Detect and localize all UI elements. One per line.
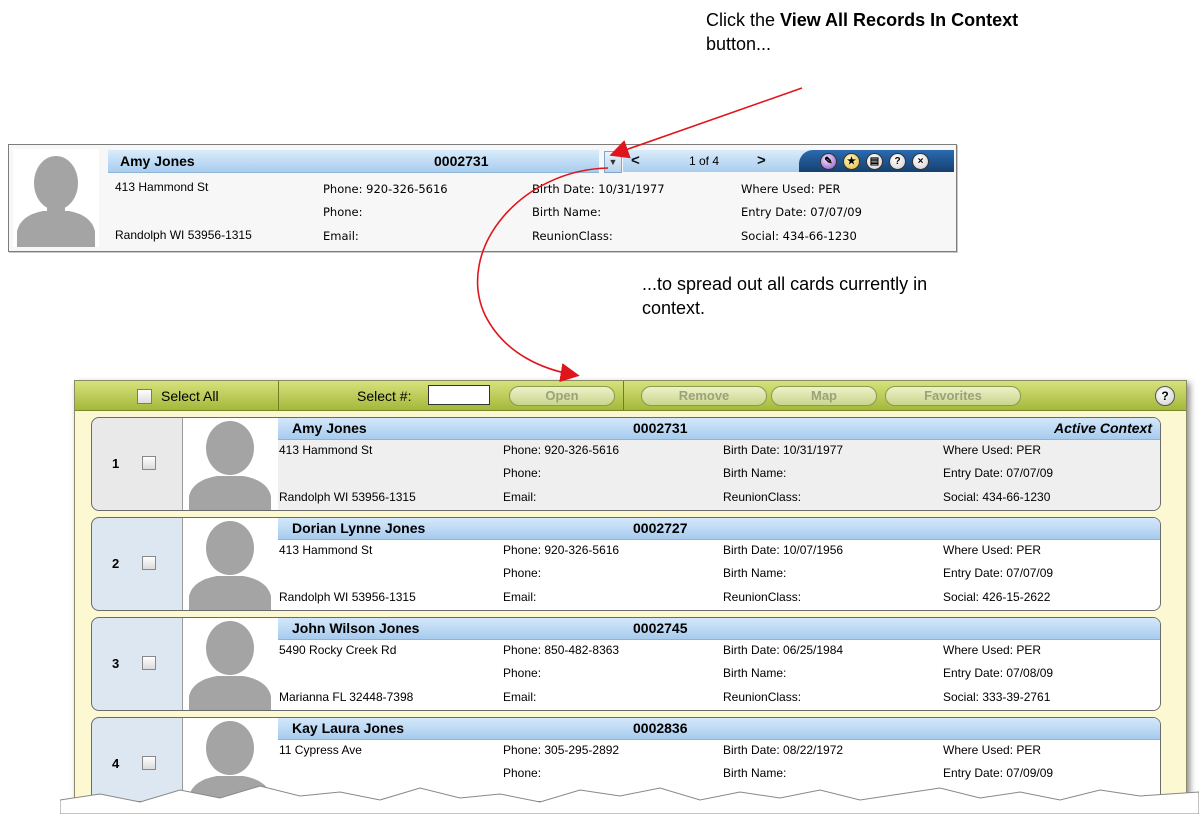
- annotation-arrow-to-open: [476, 167, 609, 383]
- annotation-arrow-to-button: [609, 87, 803, 159]
- annotation-arrows: [476, 87, 803, 383]
